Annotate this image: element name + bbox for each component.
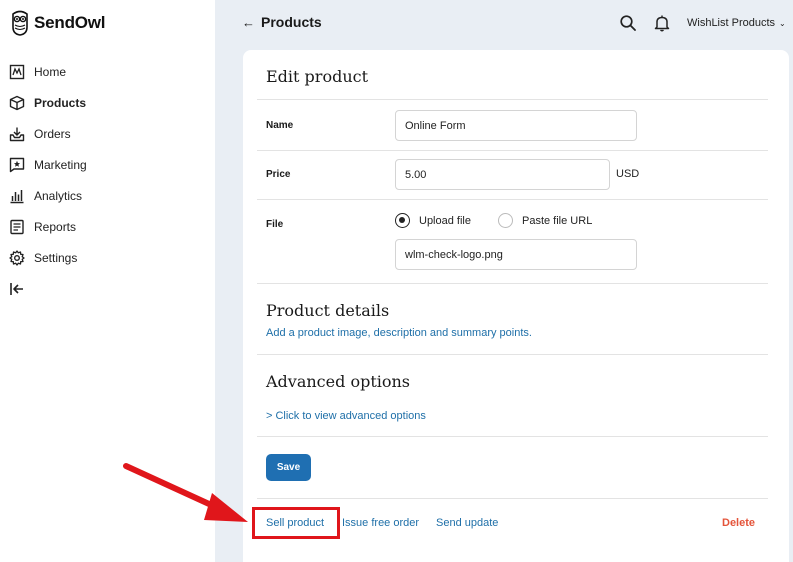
- logout-icon: [8, 280, 26, 298]
- back-to-products-link[interactable]: ← Products: [242, 14, 322, 30]
- home-chart-icon: [8, 63, 26, 81]
- sidebar-item-logout[interactable]: [8, 273, 87, 304]
- top-header: ← Products WishList Products ⌄: [215, 0, 793, 48]
- document-icon: [8, 218, 26, 236]
- paste-url-radio[interactable]: Paste file URL: [498, 213, 592, 228]
- edit-product-card: Edit product Name Online Form Price 5.00…: [243, 50, 789, 562]
- price-label: Price: [266, 169, 291, 180]
- save-button[interactable]: Save: [266, 454, 311, 481]
- sidebar-item-label: Orders: [34, 126, 71, 141]
- edit-product-heading: Edit product: [266, 67, 369, 86]
- account-switcher[interactable]: WishList Products ⌄: [687, 17, 786, 29]
- bell-icon[interactable]: [653, 14, 671, 32]
- radio-checked-icon: [395, 213, 410, 228]
- divider: [257, 99, 768, 100]
- add-product-details-link[interactable]: Add a product image, description and sum…: [266, 327, 532, 339]
- sidebar-item-label: Analytics: [34, 188, 83, 203]
- sidebar-item-home[interactable]: Home: [8, 56, 87, 87]
- divider: [257, 498, 768, 499]
- divider: [257, 283, 768, 284]
- sidebar-item-orders[interactable]: Orders: [8, 118, 87, 149]
- upload-file-label: Upload file: [419, 214, 471, 227]
- gear-icon: [8, 249, 26, 267]
- price-input[interactable]: 5.00: [395, 159, 610, 190]
- annotation-arrow-icon: [123, 463, 248, 522]
- page-title: Products: [261, 14, 322, 30]
- radio-unchecked-icon: [498, 213, 513, 228]
- divider: [257, 150, 768, 151]
- divider: [257, 354, 768, 355]
- send-update-link[interactable]: Send update: [436, 517, 498, 529]
- sidebar-item-label: Products: [34, 95, 87, 110]
- divider: [257, 436, 768, 437]
- sidebar-nav: Home Products Orders Marketing Analytics: [8, 56, 87, 304]
- brand-name: SendOwl: [34, 13, 106, 32]
- box-icon: [8, 94, 26, 112]
- sidebar-item-products[interactable]: Products: [8, 87, 87, 118]
- brand[interactable]: SendOwl: [10, 10, 106, 36]
- file-name-input[interactable]: wlm-check-logo.png: [395, 239, 637, 270]
- annotation-highlight-box: [252, 507, 340, 539]
- currency-label: USD: [616, 168, 640, 180]
- search-icon[interactable]: [619, 14, 637, 32]
- account-name: WishList Products: [687, 17, 776, 29]
- sidebar-item-label: Home: [34, 64, 67, 79]
- star-message-icon: [8, 156, 26, 174]
- name-input[interactable]: Online Form: [395, 110, 637, 141]
- name-label: Name: [266, 120, 294, 131]
- file-label: File: [266, 219, 284, 230]
- paste-url-label: Paste file URL: [522, 214, 593, 227]
- sidebar-item-label: Reports: [34, 219, 77, 234]
- issue-free-order-link[interactable]: Issue free order: [342, 517, 419, 529]
- bar-chart-icon: [8, 187, 26, 205]
- download-tray-icon: [8, 125, 26, 143]
- back-arrow-icon: ←: [242, 14, 255, 30]
- sidebar-item-settings[interactable]: Settings: [8, 242, 87, 273]
- owl-logo-icon: [12, 10, 28, 36]
- sidebar-item-label: Marketing: [34, 157, 87, 172]
- sidebar-item-analytics[interactable]: Analytics: [8, 180, 87, 211]
- sidebar-item-marketing[interactable]: Marketing: [8, 149, 87, 180]
- product-details-heading: Product details: [266, 301, 390, 320]
- sidebar-item-reports[interactable]: Reports: [8, 211, 87, 242]
- divider: [257, 199, 768, 200]
- delete-link[interactable]: Delete: [722, 517, 755, 529]
- sidebar-item-label: Settings: [34, 250, 78, 265]
- view-advanced-options-link[interactable]: > Click to view advanced options: [266, 410, 426, 422]
- advanced-options-heading: Advanced options: [266, 372, 411, 391]
- chevron-down-icon: ⌄: [779, 18, 786, 28]
- upload-file-radio[interactable]: Upload file: [395, 213, 471, 228]
